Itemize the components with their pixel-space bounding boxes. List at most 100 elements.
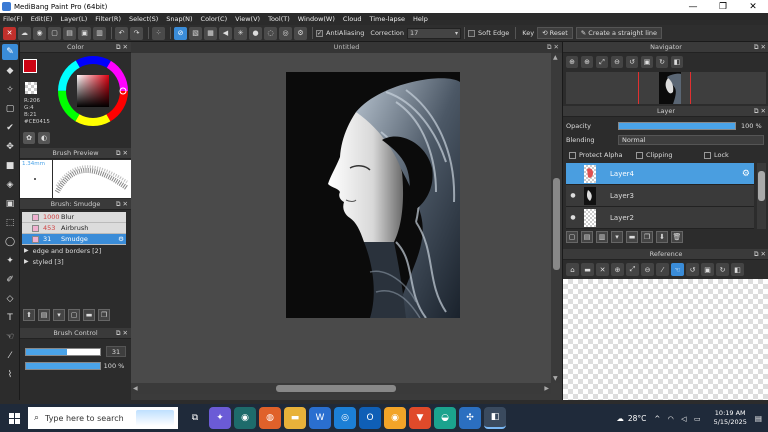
snap-off-icon[interactable]: ⊘ — [174, 26, 187, 40]
layer-opacity-slider[interactable] — [618, 122, 736, 130]
wifi-icon[interactable]: ◠ — [668, 415, 674, 423]
canvas-horizontal-scrollbar[interactable]: ◀ ▶ — [131, 383, 551, 394]
check-tool-icon[interactable]: ✔ — [2, 120, 18, 136]
new-canvas-icon[interactable]: ▢ — [48, 26, 61, 40]
menu-timelapse[interactable]: Time-lapse — [369, 15, 405, 23]
menu-view[interactable]: View(V) — [235, 15, 260, 23]
task-view-icon[interactable]: ⧉ — [184, 407, 206, 429]
brush-size-value[interactable]: 31 — [106, 346, 126, 357]
file-explorer-icon[interactable]: ▬ — [284, 407, 306, 429]
snap-vanishing-icon[interactable]: ◎ — [279, 26, 292, 40]
brush-opacity-slider[interactable] — [25, 362, 101, 370]
hand-tool-icon[interactable]: ☜ — [2, 329, 18, 345]
snap-parallel-icon[interactable]: ▧ — [189, 26, 202, 40]
lasso-tool-icon[interactable]: ◯ — [2, 234, 18, 250]
brush-menu-icon[interactable]: ▾ — [53, 309, 65, 321]
divide-tool-icon[interactable]: ⌇ — [2, 367, 18, 383]
brush-tool-icon[interactable]: ✎ — [2, 44, 18, 60]
ref-home-icon[interactable]: ⌂ — [566, 263, 579, 276]
foreground-color-swatch[interactable] — [23, 59, 37, 73]
fox-app-icon[interactable]: ◉ — [234, 407, 256, 429]
menu-select[interactable]: Select(S) — [129, 15, 158, 23]
panel-buttons[interactable]: ⧉ ✕ — [116, 329, 128, 338]
color-wheel[interactable] — [57, 55, 129, 127]
layer-menu-icon[interactable]: ▾ — [611, 231, 623, 243]
edge-browser-icon[interactable]: ◒ — [434, 407, 456, 429]
menu-help[interactable]: Help — [413, 15, 428, 23]
ref-rotate-right-icon[interactable]: ↻ — [716, 263, 729, 276]
canvas-viewport[interactable] — [131, 53, 551, 383]
volume-icon[interactable]: ◁ — [681, 415, 686, 423]
fit-screen-icon[interactable]: ⤢ — [596, 56, 608, 68]
save-icon[interactable]: ▣ — [78, 26, 91, 40]
clipping-option[interactable]: Clipping — [636, 151, 672, 159]
ref-hand-icon[interactable]: ☜ — [671, 263, 684, 276]
menu-cloud[interactable]: Cloud — [343, 15, 362, 23]
minimize-button[interactable]: — — [678, 0, 708, 13]
horizontal-scroll-thumb[interactable] — [276, 385, 396, 392]
brush-group-styled[interactable]: ▶ styled [3] — [22, 256, 126, 267]
layer-item-layer3[interactable]: ● Layer3 — [566, 185, 754, 207]
gear-icon[interactable]: ⚙ — [118, 235, 124, 243]
brush-item-blur[interactable]: 1000 Blur — [22, 212, 126, 223]
redo-icon[interactable]: ↷ — [130, 26, 143, 40]
layer-scroll-thumb[interactable] — [758, 171, 765, 201]
gradient-tool-icon[interactable]: ▣ — [2, 196, 18, 212]
brush-item-airbrush[interactable]: 453 Airbrush — [22, 223, 126, 234]
ref-eyedropper-icon[interactable]: ⁄ — [656, 263, 669, 276]
deselect-icon[interactable]: ⁘ — [152, 26, 165, 40]
correction-select[interactable]: 17 — [407, 27, 462, 39]
brush-folder-icon[interactable]: ▬ — [83, 309, 95, 321]
ref-flip-icon[interactable]: ◧ — [731, 263, 744, 276]
menu-snap[interactable]: Snap(N) — [166, 15, 192, 23]
snap-crosshair-icon[interactable]: ✳ — [234, 26, 247, 40]
rotate-right-icon[interactable]: ↻ — [656, 56, 668, 68]
cloud-save-icon[interactable]: ☁ — [18, 26, 31, 40]
battery-icon[interactable]: ▭ — [694, 415, 701, 423]
ref-fit-icon[interactable]: ⤢ — [626, 263, 639, 276]
menu-window[interactable]: Window(W) — [298, 15, 335, 23]
chrome-canary-icon[interactable]: ◉ — [384, 407, 406, 429]
settings-app-icon[interactable]: ✣ — [459, 407, 481, 429]
reset-button[interactable]: ⟲ Reset — [537, 27, 573, 39]
lock-checkbox[interactable] — [704, 151, 711, 159]
panel-buttons[interactable]: ⧉ ✕ — [754, 107, 766, 116]
maximize-button[interactable]: ❐ — [708, 0, 738, 13]
undo-icon[interactable]: ↶ — [115, 26, 128, 40]
lock-option[interactable]: Lock — [704, 151, 729, 159]
select-eraser-tool-icon[interactable]: ◇ — [2, 291, 18, 307]
snap-circle-icon[interactable]: ● — [249, 26, 262, 40]
layer-item-layer2[interactable]: ● Layer2 — [566, 207, 754, 229]
color-picker-icon[interactable]: ◐ — [38, 132, 50, 144]
menu-filter[interactable]: Filter(R) — [95, 15, 121, 23]
notification-icon[interactable]: ▤ — [755, 414, 762, 423]
rotate-left-icon[interactable]: ↺ — [626, 56, 638, 68]
zoom-in-alt-icon[interactable]: ⊕ — [581, 56, 593, 68]
select-tool-icon[interactable]: ⬚ — [2, 215, 18, 231]
artwork-canvas[interactable] — [286, 72, 460, 318]
panel-buttons[interactable]: ⧉ ✕ — [116, 149, 128, 158]
transparent-color-swatch[interactable] — [25, 82, 37, 94]
snap-settings-icon[interactable]: ⚙ — [294, 26, 307, 40]
canvas-vertical-scrollbar[interactable]: ▲ ▼ — [551, 53, 562, 383]
brush-copy-icon[interactable]: ▢ — [68, 309, 80, 321]
snap-grid-icon[interactable]: ▦ — [204, 26, 217, 40]
snap-curve-icon[interactable]: ◌ — [264, 26, 277, 40]
reference-view[interactable] — [563, 279, 768, 400]
close-canvas-icon[interactable]: ✕ — [3, 26, 16, 40]
ref-image-icon[interactable]: ▬ — [581, 263, 594, 276]
taskbar-search[interactable]: ⌕ Type here to search — [28, 407, 178, 429]
antialiasing-checkbox[interactable]: ✓ — [316, 29, 323, 37]
scroll-down-icon[interactable]: ▼ — [553, 375, 558, 382]
ref-reset-icon[interactable]: ▣ — [701, 263, 714, 276]
zoom-in-icon[interactable]: ⊕ — [566, 56, 578, 68]
blending-select[interactable]: Normal — [618, 135, 764, 145]
protect-alpha-checkbox[interactable] — [569, 151, 576, 159]
weather-icon[interactable]: ☁ — [616, 414, 624, 423]
tray-chevron-icon[interactable]: ^ — [654, 415, 660, 423]
snap-radial-icon[interactable]: ◀ — [219, 26, 232, 40]
gear-icon[interactable]: ⚙ — [742, 169, 750, 179]
protect-alpha-option[interactable]: Protect Alpha — [569, 151, 623, 159]
scroll-left-icon[interactable]: ◀ — [133, 385, 138, 392]
new-layer-icon[interactable]: ▢ — [566, 231, 578, 243]
